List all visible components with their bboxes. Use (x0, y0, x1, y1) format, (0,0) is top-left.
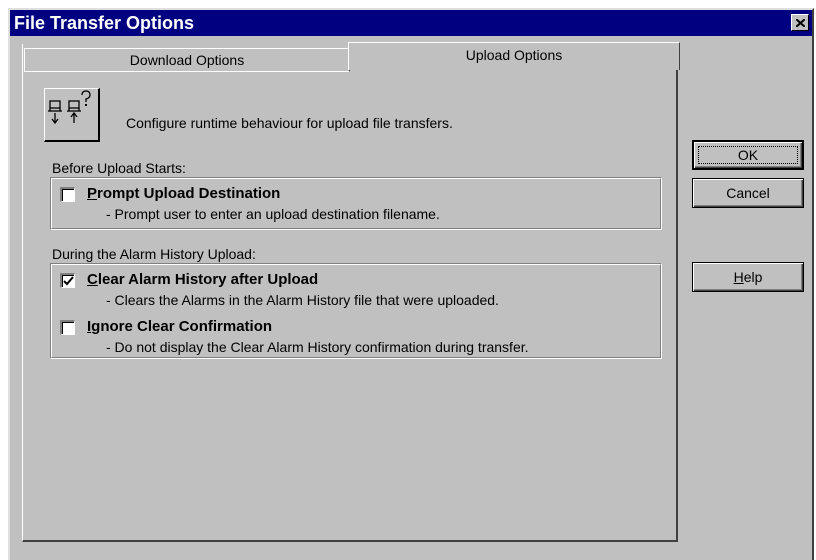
clear-alarm-history-rest: lear Alarm History after Upload (97, 271, 319, 288)
ignore-clear-confirmation-label[interactable]: Ignore Clear Confirmation (87, 318, 272, 335)
ignore-clear-confirmation-checkbox[interactable] (60, 320, 75, 335)
header-description: Configure runtime behaviour for upload f… (126, 115, 453, 131)
clear-alarm-history-checkbox[interactable] (60, 273, 75, 288)
help-button[interactable]: Help (692, 262, 804, 292)
close-button[interactable] (791, 14, 809, 31)
prompt-upload-destination-label[interactable]: Prompt Upload Destination (87, 185, 280, 202)
title-bar[interactable]: File Transfer Options (10, 10, 812, 36)
ignore-clear-confirmation-rest: gnore Clear Confirmation (91, 318, 273, 335)
help-button-label: Help (733, 269, 763, 285)
window-title: File Transfer Options (14, 13, 195, 33)
prompt-upload-destination-description: - Prompt user to enter an upload destina… (106, 206, 440, 222)
before-upload-label: Before Upload Starts: (52, 160, 186, 176)
upload-transfer-icon (44, 88, 100, 142)
tab-upload-options[interactable]: Upload Options (348, 42, 680, 70)
prompt-upload-destination-rest: rompt Upload Destination (97, 185, 281, 202)
during-upload-label: During the Alarm History Upload: (52, 246, 256, 262)
tab-upload-label: Upload Options (465, 46, 563, 63)
clear-alarm-history-description: - Clears the Alarms in the Alarm History… (106, 292, 499, 308)
checkmark-icon (63, 276, 74, 286)
close-icon (795, 18, 805, 27)
ignore-clear-confirmation-description: - Do not display the Clear Alarm History… (106, 339, 529, 355)
tab-download-label: Download Options (129, 52, 245, 68)
prompt-upload-destination-checkbox[interactable] (60, 187, 75, 202)
cancel-button[interactable]: Cancel (692, 178, 804, 208)
ok-button[interactable]: OK (692, 140, 804, 170)
cancel-button-label: Cancel (726, 185, 770, 201)
tab-download-options[interactable]: Download Options (24, 48, 350, 72)
clear-alarm-history-label[interactable]: Clear Alarm History after Upload (87, 271, 318, 288)
focus-rect (698, 146, 798, 164)
